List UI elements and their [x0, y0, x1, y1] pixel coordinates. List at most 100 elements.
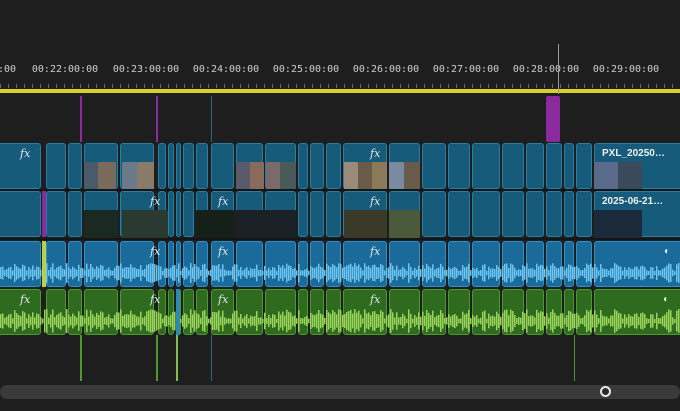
video-clip[interactable]: [472, 143, 500, 189]
audio-edit-line: [574, 335, 575, 381]
ruler-tick: [136, 84, 137, 88]
video-clip[interactable]: [298, 143, 308, 189]
clip-thumbnail: [594, 162, 618, 190]
ruler-tick: [40, 84, 41, 88]
clip-label-marker: [42, 191, 46, 237]
clip-thumbnail: [122, 210, 168, 238]
ruler-timecode: 00:26:00:00: [352, 64, 420, 75]
clip-thumbnail: [618, 162, 642, 190]
clip-thumbnail: [344, 162, 358, 190]
ruler-tick: [528, 84, 529, 88]
video-clip[interactable]: [502, 191, 524, 237]
ruler-tick: [328, 84, 329, 88]
ruler-tick: [160, 84, 161, 88]
playhead[interactable]: [558, 44, 559, 94]
video-track-1[interactable]: fx fx fx 2025-06-21…: [0, 191, 680, 238]
video-clip[interactable]: [326, 143, 341, 189]
video-clip[interactable]: [196, 143, 208, 189]
video-clip[interactable]: [564, 191, 574, 237]
ruler-timecode: 0:00: [0, 64, 17, 75]
ruler-tick: [624, 84, 625, 88]
marker[interactable]: [80, 96, 82, 142]
audio-track-2[interactable]: fx fx fx fx ◖: [0, 289, 680, 335]
video-clip[interactable]: [502, 143, 524, 189]
video-clip[interactable]: [46, 191, 66, 237]
audio-edit-line: [176, 335, 178, 381]
ruler-timecode: 00:27:00:00: [432, 64, 500, 75]
video-clip[interactable]: [298, 191, 308, 237]
video-clip[interactable]: [46, 143, 66, 189]
video-clip[interactable]: [422, 143, 446, 189]
ruler-tick: [640, 84, 641, 88]
zoom-scroll-handle[interactable]: [600, 386, 611, 397]
video-clip[interactable]: [576, 143, 592, 189]
video-clip[interactable]: [158, 143, 166, 189]
ruler-tick: [168, 84, 169, 88]
video-clip[interactable]: [310, 143, 324, 189]
video-track-2[interactable]: fx fx PXL_20250…: [0, 143, 680, 190]
ruler-tick: [480, 84, 481, 88]
ruler-tick: [264, 84, 265, 88]
video-clip[interactable]: [176, 143, 181, 189]
clip-name: 2025-06-21…: [602, 196, 664, 207]
timeline-panel[interactable]: 0:00 00:22:00:00 00:23:00:00 00:24:00:00…: [0, 0, 680, 411]
video-clip[interactable]: [326, 191, 341, 237]
video-clip[interactable]: [183, 191, 194, 237]
ruler-tick: [384, 84, 385, 88]
ruler-tick: [568, 84, 569, 88]
clip-name: PXL_20250…: [602, 148, 665, 159]
video-clip[interactable]: [176, 191, 181, 237]
video-clip[interactable]: [68, 143, 82, 189]
audio-effect-icon: ◐: [664, 246, 671, 257]
ruler-tick: [224, 84, 225, 88]
ruler-tick: [272, 84, 273, 88]
video-clip[interactable]: [168, 191, 174, 237]
video-clip[interactable]: [0, 191, 41, 237]
video-clip[interactable]: [310, 191, 324, 237]
video-clip[interactable]: [526, 191, 544, 237]
ruler-tick: [472, 84, 473, 88]
video-clip[interactable]: [472, 191, 500, 237]
ruler-tick: [456, 84, 457, 88]
video-clip[interactable]: [448, 143, 470, 189]
ruler-tick: [608, 84, 609, 88]
time-ruler[interactable]: 0:00 00:22:00:00 00:23:00:00 00:24:00:00…: [0, 40, 680, 92]
video-clip[interactable]: [546, 143, 562, 189]
video-clip[interactable]: [68, 191, 82, 237]
ruler-timecode: 00:28:00:00: [512, 64, 580, 75]
clip-thumbnail: [389, 210, 420, 238]
ruler-tick: [0, 84, 1, 88]
ruler-tick: [32, 84, 33, 88]
horizontal-scrollbar[interactable]: [0, 385, 680, 399]
video-clip[interactable]: [422, 191, 446, 237]
ruler-tick: [64, 84, 65, 88]
ruler-tick: [176, 84, 177, 88]
fx-badge: fx: [218, 293, 229, 306]
marker[interactable]: [156, 96, 158, 142]
video-clip[interactable]: [211, 143, 234, 189]
marker-selected[interactable]: [546, 96, 560, 142]
ruler-tick: [656, 84, 657, 88]
ruler-tick: [8, 84, 9, 88]
clip-thumbnail: [344, 210, 387, 238]
ruler-tick: [152, 84, 153, 88]
video-clip[interactable]: [168, 143, 174, 189]
audio-edit-line: [80, 335, 82, 381]
video-clip[interactable]: [448, 191, 470, 237]
audio-track-1[interactable]: fx fx fx ◐: [0, 241, 680, 287]
fx-badge: fx: [370, 147, 381, 160]
work-area-bar[interactable]: [0, 89, 680, 93]
ruler-tick: [16, 84, 17, 88]
voice-icon: ◖: [662, 294, 669, 305]
ruler-tick: [440, 84, 441, 88]
ruler-tick: [600, 84, 601, 88]
ruler-tick: [48, 84, 49, 88]
ruler-tick: [616, 84, 617, 88]
fx-badge: fx: [218, 195, 229, 208]
video-clip[interactable]: [546, 191, 562, 237]
video-clip[interactable]: [564, 143, 574, 189]
video-clip[interactable]: [183, 143, 194, 189]
video-clip[interactable]: [526, 143, 544, 189]
clip-thumbnail: [98, 162, 116, 190]
video-clip[interactable]: [576, 191, 592, 237]
